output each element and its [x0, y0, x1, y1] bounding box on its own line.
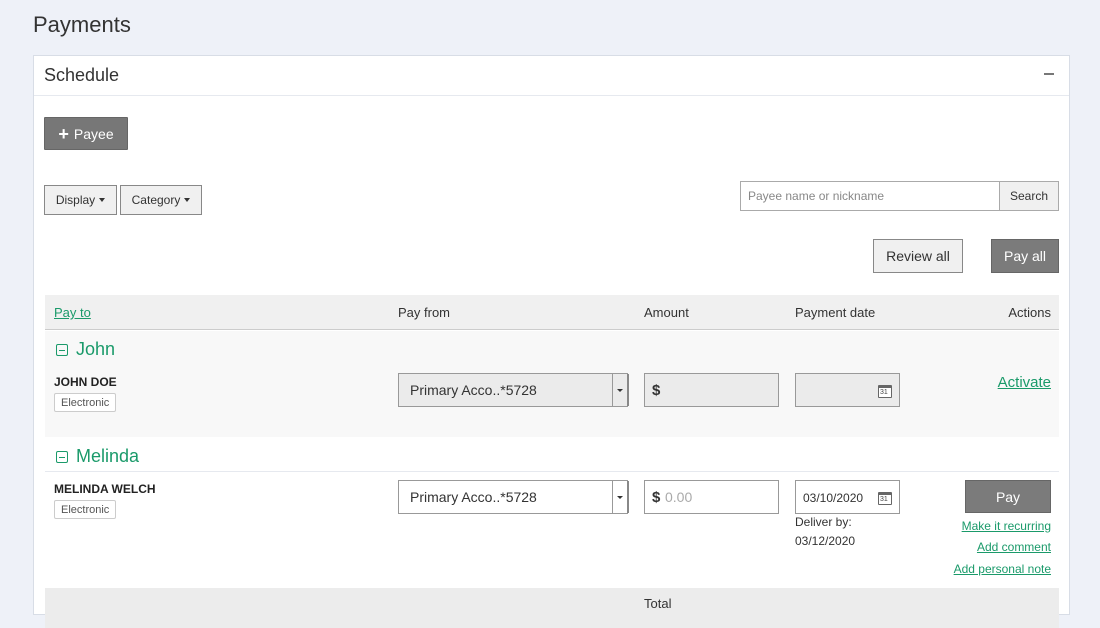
payee-name: MELINDA WELCH [54, 482, 156, 496]
amount-placeholder: 0.00 [665, 489, 693, 505]
payment-date-value: 03/10/2020 [803, 491, 864, 505]
caret-down-icon [99, 198, 106, 202]
dollar-icon: $ [652, 489, 661, 506]
select-arrow-icon [612, 374, 629, 406]
page-title: Payments [33, 12, 131, 37]
payee-row-john-doe: JOHN DOE Electronic Primary Acco..*5728 … [45, 366, 1059, 437]
payee-name: JOHN DOE [54, 375, 117, 389]
search-button[interactable]: Search [999, 181, 1059, 211]
add-personal-note-link[interactable]: Add personal note [954, 562, 1051, 576]
collapse-square-icon[interactable] [56, 451, 68, 463]
group-header-john: John [45, 331, 1059, 366]
column-actions: Actions [1008, 305, 1051, 320]
schedule-panel: Schedule + Payee Display Category Search… [33, 55, 1070, 628]
calendar-icon[interactable] [878, 492, 892, 505]
activate-link[interactable]: Activate [998, 374, 1051, 391]
collapse-square-icon[interactable] [56, 344, 68, 356]
panel-header: Schedule [34, 56, 1069, 96]
group-header-melinda: Melinda [45, 438, 1059, 473]
group-name: Melinda [76, 446, 140, 466]
amount-input[interactable]: $ [644, 373, 779, 407]
column-amount: Amount [644, 305, 689, 320]
review-all-button[interactable]: Review all [873, 239, 963, 273]
category-dropdown[interactable]: Category [120, 185, 202, 215]
payment-date-input[interactable]: 03/10/2020 [795, 480, 900, 514]
pay-from-value: Primary Acco..*5728 [410, 489, 537, 505]
payee-type-badge: Electronic [54, 500, 117, 519]
group-name: John [76, 339, 116, 359]
minus-icon[interactable] [1044, 73, 1054, 75]
total-label: Total [644, 596, 672, 611]
search-input[interactable] [740, 181, 1000, 211]
deliver-by-date: 03/12/2020 [795, 534, 856, 548]
calendar-icon[interactable] [878, 385, 892, 398]
column-payment-date: Payment date [795, 305, 876, 320]
amount-input[interactable]: $ 0.00 [644, 480, 779, 514]
select-arrow-icon [612, 481, 629, 513]
table-header: Pay to Pay from Amount Payment date Acti… [45, 295, 1059, 330]
pay-from-value: Primary Acco..*5728 [410, 382, 537, 398]
caret-down-icon [184, 198, 191, 202]
dollar-icon: $ [652, 382, 661, 399]
display-dropdown[interactable]: Display [44, 185, 117, 215]
add-payee-button[interactable]: + Payee [44, 117, 128, 150]
payee-row-melinda-welch: MELINDA WELCH Electronic Primary Acco..*… [45, 473, 1059, 583]
column-pay-from: Pay from [398, 305, 451, 320]
payment-date-input[interactable] [795, 373, 900, 407]
total-row: Total [45, 588, 1059, 628]
pay-button[interactable]: Pay [965, 480, 1051, 513]
make-recurring-link[interactable]: Make it recurring [962, 519, 1051, 533]
payee-type-badge: Electronic [54, 393, 117, 412]
pay-from-select[interactable]: Primary Acco..*5728 [398, 480, 629, 514]
pay-all-button[interactable]: Pay all [991, 239, 1059, 273]
column-pay-to[interactable]: Pay to [54, 305, 91, 320]
panel-title: Schedule [44, 65, 120, 85]
divider [45, 471, 1059, 472]
deliver-by-label: Deliver by: [795, 515, 852, 529]
category-label: Category [131, 193, 181, 207]
add-comment-link[interactable]: Add comment [977, 540, 1051, 554]
plus-icon: + [58, 123, 69, 144]
add-payee-label: Payee [73, 125, 114, 142]
pay-from-select[interactable]: Primary Acco..*5728 [398, 373, 629, 407]
display-label: Display [55, 193, 96, 207]
